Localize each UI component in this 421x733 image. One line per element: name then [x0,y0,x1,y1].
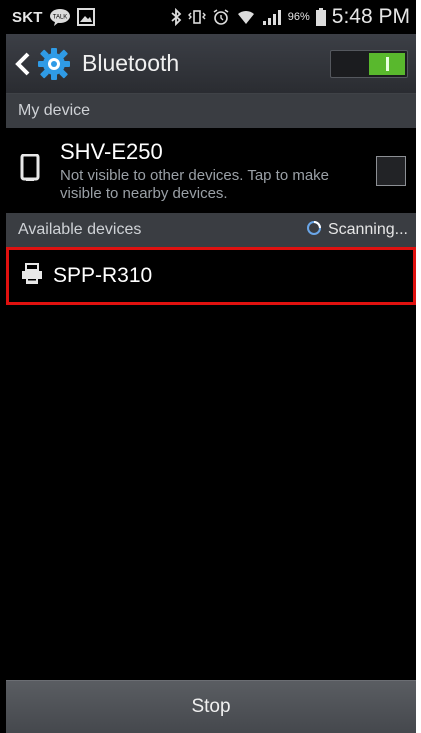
talk-icon: TALK [49,8,71,26]
scan-status: Scanning... [306,220,408,241]
back-chevron-icon[interactable] [12,49,34,79]
scanning-label: Scanning... [327,221,408,238]
bluetooth-settings-gear-icon[interactable] [36,46,72,82]
printer-icon [21,262,43,290]
available-devices-header-label: Available devices [18,221,142,238]
visibility-checkbox[interactable] [376,155,406,186]
action-bar: Bluetooth [6,34,416,94]
signal-icon [262,8,282,26]
svg-text:TALK: TALK [52,15,67,21]
phone-icon [20,153,40,187]
scanning-spinner-icon [306,220,322,241]
alarm-icon [212,8,230,26]
my-device-name: SHV-E250 [60,138,163,164]
image-icon [76,8,95,26]
battery-icon [315,8,326,26]
bluetooth-toggle[interactable] [330,49,408,78]
available-device-row[interactable]: SPP-R310 [6,247,416,305]
battery-percent: 96% [287,11,310,23]
my-device-header-label: My device [18,102,91,119]
clock: 5:48 PM [331,5,410,28]
bluetooth-icon [170,8,182,26]
stop-button-label: Stop [191,696,231,717]
stop-button[interactable]: Stop [6,680,416,733]
available-devices-header: Available devices Scanning... [6,213,416,247]
screenshot-edge [416,0,421,733]
phone-screen: SKT TALK 96% 5:48 PM Bluetooth My device… [6,0,416,733]
available-device-name: SPP-R310 [53,264,153,287]
my-device-row[interactable]: SHV-E250 Not visible to other devices. T… [6,128,416,213]
my-device-header: My device [6,94,416,128]
status-bar: SKT TALK 96% 5:48 PM [6,0,416,34]
carrier-label: SKT [12,8,43,26]
vibrate-icon [187,8,206,26]
wifi-icon [236,8,256,26]
page-title: Bluetooth [82,50,180,76]
toggle-knob [369,52,405,75]
my-device-visibility-text: Not visible to other devices. Tap to mak… [60,166,330,202]
